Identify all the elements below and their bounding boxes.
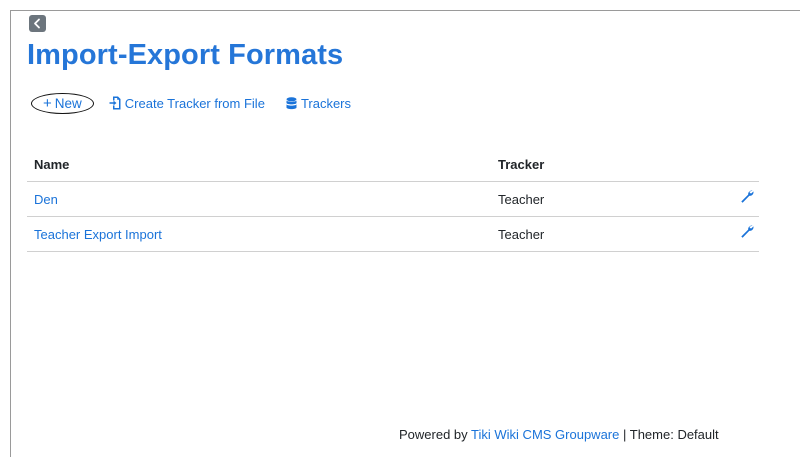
page-frame: Import-Export Formats + New Create Track… <box>10 10 800 457</box>
create-tracker-label: Create Tracker from File <box>124 95 265 111</box>
column-header-actions <box>725 147 759 182</box>
chevron-left-icon <box>34 18 40 29</box>
wrench-icon[interactable] <box>740 224 754 241</box>
trackers-label: Trackers <box>300 95 352 111</box>
plus-icon: + <box>43 94 52 112</box>
page-footer: Powered by Tiki Wiki CMS Groupware | The… <box>399 427 719 442</box>
database-icon <box>286 96 297 109</box>
file-import-icon <box>109 96 121 110</box>
tiki-wiki-link[interactable]: Tiki Wiki CMS Groupware <box>471 427 619 442</box>
trackers-link[interactable]: Trackers <box>286 96 351 111</box>
table-row: Teacher Export Import Teacher <box>27 216 759 252</box>
page-title: Import-Export Formats <box>27 39 344 71</box>
footer-prefix: Powered by <box>399 427 468 442</box>
back-button[interactable] <box>29 15 46 32</box>
column-header-name: Name <box>27 147 491 182</box>
wrench-icon[interactable] <box>740 189 754 206</box>
table-header-row: Name Tracker <box>27 147 759 182</box>
table-row: Den Teacher <box>27 181 759 217</box>
formats-table: Name Tracker Den Teacher Teacher Export <box>27 147 759 252</box>
tracker-cell: Teacher <box>491 216 725 252</box>
column-header-tracker: Tracker <box>491 147 725 182</box>
create-tracker-from-file-link[interactable]: Create Tracker from File <box>109 96 265 111</box>
new-button[interactable]: + New <box>31 92 94 114</box>
format-name-link[interactable]: Den <box>34 192 58 207</box>
format-name-link[interactable]: Teacher Export Import <box>34 227 162 242</box>
action-bar: + New Create Tracker from File Trackers <box>31 92 351 114</box>
new-button-label: New <box>54 95 82 111</box>
footer-theme: | Theme: Default <box>623 427 719 442</box>
tracker-cell: Teacher <box>491 181 725 217</box>
